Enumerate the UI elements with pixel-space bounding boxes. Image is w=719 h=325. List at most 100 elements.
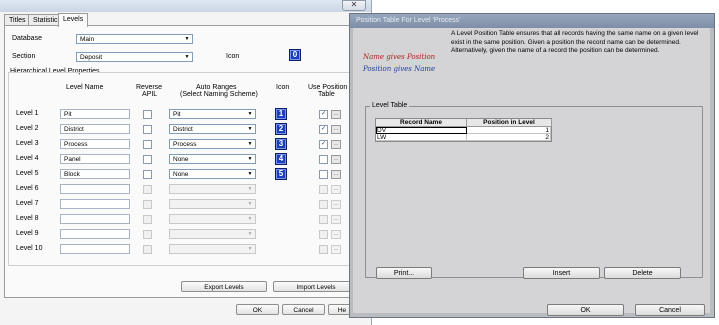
level-label: Level 3 (16, 140, 39, 147)
level-name-input[interactable]: District (60, 124, 130, 134)
use-position-checkbox[interactable]: ✓ (319, 110, 328, 119)
table-cell-name[interactable]: LW (376, 134, 467, 141)
chevron-down-icon: ▼ (184, 54, 190, 60)
edit-position-table-button[interactable]: … (331, 200, 341, 209)
export-levels-button[interactable]: Export Levels (181, 281, 267, 292)
level-name-input[interactable]: Block (60, 169, 130, 179)
section-value: Deposit (80, 54, 103, 61)
level-name-input[interactable] (60, 229, 130, 239)
naming-scheme-select[interactable]: Pit ▼ (169, 109, 256, 119)
delete-button[interactable]: Delete (604, 267, 681, 279)
level-label: Level 6 (16, 185, 39, 192)
use-position-checkbox[interactable] (319, 230, 328, 239)
reverse-apil-checkbox[interactable] (143, 125, 152, 134)
naming-scheme-select[interactable]: ▼ (169, 244, 256, 254)
naming-scheme-select[interactable]: None ▼ (169, 169, 256, 179)
table-cell-name[interactable]: DV (376, 127, 467, 134)
use-position-checkbox[interactable] (319, 185, 328, 194)
import-levels-button[interactable]: Import Levels (273, 281, 359, 292)
level-name-input[interactable] (60, 244, 130, 254)
section-icon[interactable]: 0 (289, 49, 301, 61)
section-label: Section (12, 53, 36, 60)
level-icon[interactable]: 2 (275, 123, 287, 135)
tab-levels[interactable]: Levels (58, 13, 89, 27)
col-level-name: Level Name (66, 84, 104, 91)
back-ok-button[interactable]: OK (236, 304, 279, 315)
col-table: Table (318, 91, 335, 98)
naming-scheme-value: Pit (173, 111, 181, 118)
level-name-input[interactable]: Process (60, 139, 130, 149)
level-label: Level 5 (16, 170, 39, 177)
cancel-button[interactable]: Cancel (635, 304, 705, 316)
print-button[interactable]: Print... (376, 267, 432, 279)
naming-scheme-select[interactable]: District ▼ (169, 124, 256, 134)
close-button[interactable]: ✕ (342, 0, 366, 11)
level-name-input[interactable]: Pit (60, 109, 130, 119)
chevron-down-icon: ▼ (247, 126, 253, 132)
back-cancel-button[interactable]: Cancel (282, 304, 325, 315)
reverse-apil-checkbox[interactable] (143, 185, 152, 194)
level-label: Level 8 (16, 215, 39, 222)
naming-scheme-value: None (173, 171, 189, 178)
reverse-apil-checkbox[interactable] (143, 170, 152, 179)
reverse-apil-checkbox[interactable] (143, 245, 152, 254)
use-position-checkbox[interactable]: ✓ (319, 125, 328, 134)
chevron-down-icon: ▼ (247, 156, 253, 162)
naming-scheme-select[interactable]: ▼ (169, 199, 256, 209)
naming-scheme-select[interactable]: ▼ (169, 214, 256, 224)
level-name-input[interactable] (60, 199, 130, 209)
level-name-input[interactable]: Panel (60, 154, 130, 164)
use-position-checkbox[interactable] (319, 215, 328, 224)
level-properties-dialog: ✕ Titles Statistics Levels Database Main… (0, 0, 372, 325)
edit-position-table-button[interactable]: … (331, 155, 341, 164)
col-position-in-level[interactable]: Position in Level (467, 119, 552, 127)
level-table-grid[interactable]: Record Name Position in Level DV 1 LW 2 (375, 118, 552, 142)
chevron-down-icon: ▼ (247, 141, 253, 147)
back-dialog-titlebar (0, 0, 371, 12)
naming-scheme-select[interactable]: None ▼ (169, 154, 256, 164)
level-icon[interactable]: 4 (275, 153, 287, 165)
naming-scheme-select[interactable]: Process ▼ (169, 139, 256, 149)
edit-position-table-button[interactable]: … (331, 170, 341, 179)
naming-scheme-select[interactable]: ▼ (169, 184, 256, 194)
table-cell-position[interactable]: 1 (467, 127, 551, 134)
reverse-apil-checkbox[interactable] (143, 215, 152, 224)
use-position-checkbox[interactable] (319, 200, 328, 209)
edit-position-table-button[interactable]: … (331, 125, 341, 134)
ok-button[interactable]: OK (547, 304, 624, 316)
level-name-input[interactable] (60, 214, 130, 224)
edit-position-table-button[interactable]: … (331, 245, 341, 254)
edit-position-table-button[interactable]: … (331, 185, 341, 194)
position-table-dialog: Position Table For Level 'Process' Name … (349, 13, 715, 318)
use-position-checkbox[interactable] (319, 155, 328, 164)
edit-position-table-button[interactable]: … (331, 215, 341, 224)
description-text: A Level Position Table ensures that all … (451, 30, 699, 54)
level-icon[interactable]: 1 (275, 108, 287, 120)
level-name-input[interactable] (60, 184, 130, 194)
position-dialog-body: Name gives Position Position gives Name … (353, 28, 710, 316)
reverse-apil-checkbox[interactable] (143, 110, 152, 119)
insert-button[interactable]: Insert (523, 267, 600, 279)
col-record-name[interactable]: Record Name (376, 119, 467, 127)
col-icon: Icon (276, 84, 290, 91)
chevron-down-icon: ▼ (184, 36, 190, 42)
reverse-apil-checkbox[interactable] (143, 230, 152, 239)
use-position-checkbox[interactable] (319, 170, 328, 179)
reverse-apil-checkbox[interactable] (143, 155, 152, 164)
naming-scheme-value: Process (173, 141, 197, 148)
section-select[interactable]: Deposit ▼ (76, 52, 193, 62)
reverse-apil-checkbox[interactable] (143, 200, 152, 209)
level-table-title: Level Table (370, 102, 410, 109)
level-icon[interactable]: 5 (275, 168, 287, 180)
use-position-checkbox[interactable]: ✓ (319, 140, 328, 149)
use-position-checkbox[interactable] (319, 245, 328, 254)
table-cell-position[interactable]: 2 (467, 134, 551, 141)
position-dialog-title: Position Table For Level 'Process' (350, 14, 714, 28)
reverse-apil-checkbox[interactable] (143, 140, 152, 149)
edit-position-table-button[interactable]: … (331, 110, 341, 119)
edit-position-table-button[interactable]: … (331, 140, 341, 149)
naming-scheme-select[interactable]: ▼ (169, 229, 256, 239)
level-icon[interactable]: 3 (275, 138, 287, 150)
edit-position-table-button[interactable]: … (331, 230, 341, 239)
database-select[interactable]: Main ▼ (76, 34, 193, 44)
